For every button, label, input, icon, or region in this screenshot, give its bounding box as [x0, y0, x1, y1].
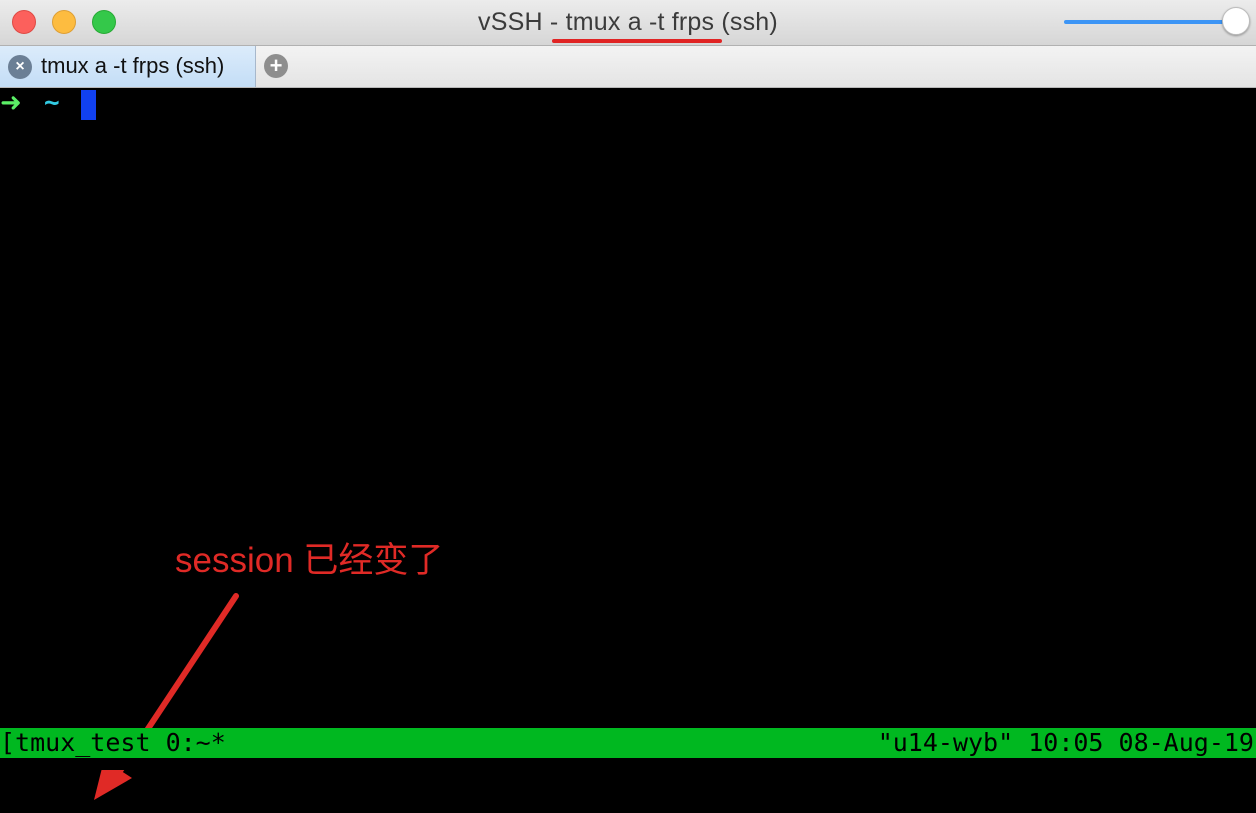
status-right-host-time: "u14-wyb" 10:05 08-Aug-19: [877, 728, 1254, 757]
title-bar: vSSH - tmux a -t frps (ssh): [0, 0, 1256, 46]
prompt-arrow-icon: ➜: [0, 88, 22, 118]
tab-tmux-session[interactable]: × tmux a -t frps (ssh): [0, 46, 256, 87]
terminal-bottom-strip: [0, 758, 1256, 770]
title-highlight-underline: [552, 39, 722, 43]
tab-label: tmux a -t frps (ssh): [41, 53, 225, 78]
opacity-slider-track[interactable]: [1064, 20, 1232, 24]
close-icon[interactable]: ×: [8, 55, 32, 79]
tmux-status-line: [tmux_test 0:~* "u14-wyb" 10:05 08-Aug-1…: [0, 728, 1256, 758]
status-left-session: [tmux_test 0:~*: [0, 728, 226, 757]
plus-icon[interactable]: +: [264, 54, 288, 78]
terminal-area[interactable]: ➜ ~ session 已经变了: [0, 88, 1256, 800]
prompt-directory: ~: [44, 88, 60, 118]
opacity-slider-knob[interactable]: [1222, 7, 1250, 35]
terminal-cursor: [81, 90, 96, 120]
annotation-text: session 已经变了: [175, 541, 444, 580]
tab-bar: × tmux a -t frps (ssh) +: [0, 46, 1256, 88]
annotation-arrow: [94, 593, 239, 800]
